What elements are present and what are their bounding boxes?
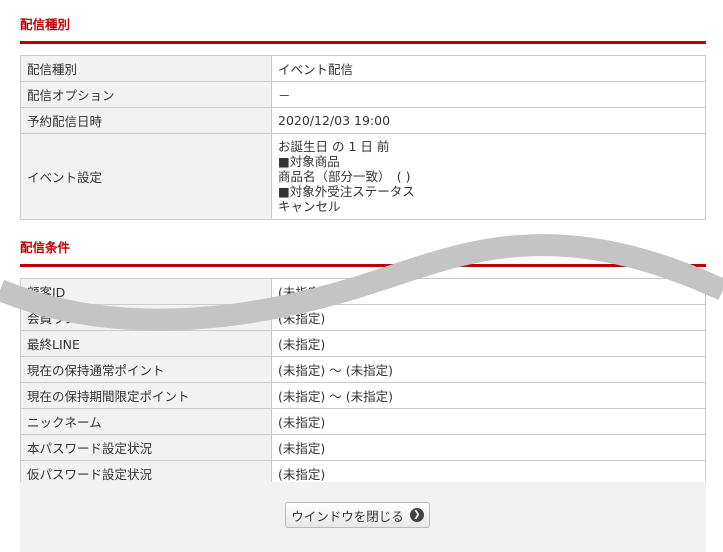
row-label: 最終LINE [20,330,272,357]
section-title: 配信条件 [20,237,706,267]
close-window-label: ウインドウを閉じる [291,508,404,524]
row-value: 2020/12/03 19:00 [271,107,706,134]
event-line: ■対象外受注ステータス [278,184,415,199]
row-label: 本パスワード設定状況 [20,434,272,461]
row-label: 顧客ID [20,278,272,305]
close-window-button[interactable]: ウインドウを閉じる ❯ [285,502,430,528]
table-row: 予約配信日時 2020/12/03 19:00 [20,107,706,134]
row-label: 予約配信日時 [20,107,272,134]
row-label: 現在の保持期間限定ポイント [20,382,272,409]
delivery-conditions-table: 顧客ID (未指定) 会員ランク(複数指定) (未指定) 最終LINE (未指定) 現… [20,278,706,487]
table-row: 現在の保持期間限定ポイント (未指定) ～ (未指定) [20,382,706,409]
row-value: イベント配信 [271,55,706,82]
row-value: (未指定) ～ (未指定) [271,356,706,383]
delivery-type-section: 配信種別 配信種別 イベント配信 配信オプション－ 予約配信日時 2020/12/0… [20,14,706,220]
row-label: イベント設定 [20,133,272,220]
table-row: イベント設定 お誕生日 の 1 日 前 ■対象商品 商品名（部分一致） ( ) … [20,133,706,220]
delivery-conditions-section: 配信条件 顧客ID (未指定) 会員ランク(複数指定) (未指定) 最終LINE (未… [20,237,706,487]
section-title: 配信種別 [20,14,706,44]
row-value: (未指定) ～ (未指定) [271,382,706,409]
row-label: 配信オプション [20,81,272,108]
event-line: 商品名（部分一致） ( ) [278,169,411,184]
delivery-type-table: 配信種別 イベント配信 配信オプション－ 予約配信日時 2020/12/03 19:… [20,55,706,220]
table-row: 会員ランク(複数指定) (未指定) [20,304,706,331]
table-row: 本パスワード設定状況 (未指定) [20,434,706,461]
table-row: 顧客ID (未指定) [20,278,706,305]
row-value: (未指定) [271,434,706,461]
table-row: 配信種別 イベント配信 [20,55,706,82]
row-label: ニックネーム [20,408,272,435]
table-row: 配信オプション－ [20,81,706,108]
row-label: 現在の保持通常ポイント [20,356,272,383]
footer-bar: ウインドウを閉じる ❯ [20,482,706,552]
table-row: 最終LINE (未指定) [20,330,706,357]
row-value: (未指定) [271,408,706,435]
table-row: 現在の保持通常ポイント (未指定) ～ (未指定) [20,356,706,383]
row-value: － [271,81,706,108]
row-label: 配信種別 [20,55,272,82]
chevron-right-icon: ❯ [409,508,424,522]
event-line: キャンセル [278,199,341,214]
event-line: お誕生日 の 1 日 前 [278,139,390,154]
row-label: 会員ランク(複数指定) [20,304,272,331]
row-value: (未指定) [271,330,706,357]
event-settings-value: お誕生日 の 1 日 前 ■対象商品 商品名（部分一致） ( ) ■対象外受注ス… [271,133,706,220]
event-line: ■対象商品 [278,154,340,169]
row-value: (未指定) [271,278,706,305]
row-value: (未指定) [271,304,706,331]
table-row: ニックネーム (未指定) [20,408,706,435]
